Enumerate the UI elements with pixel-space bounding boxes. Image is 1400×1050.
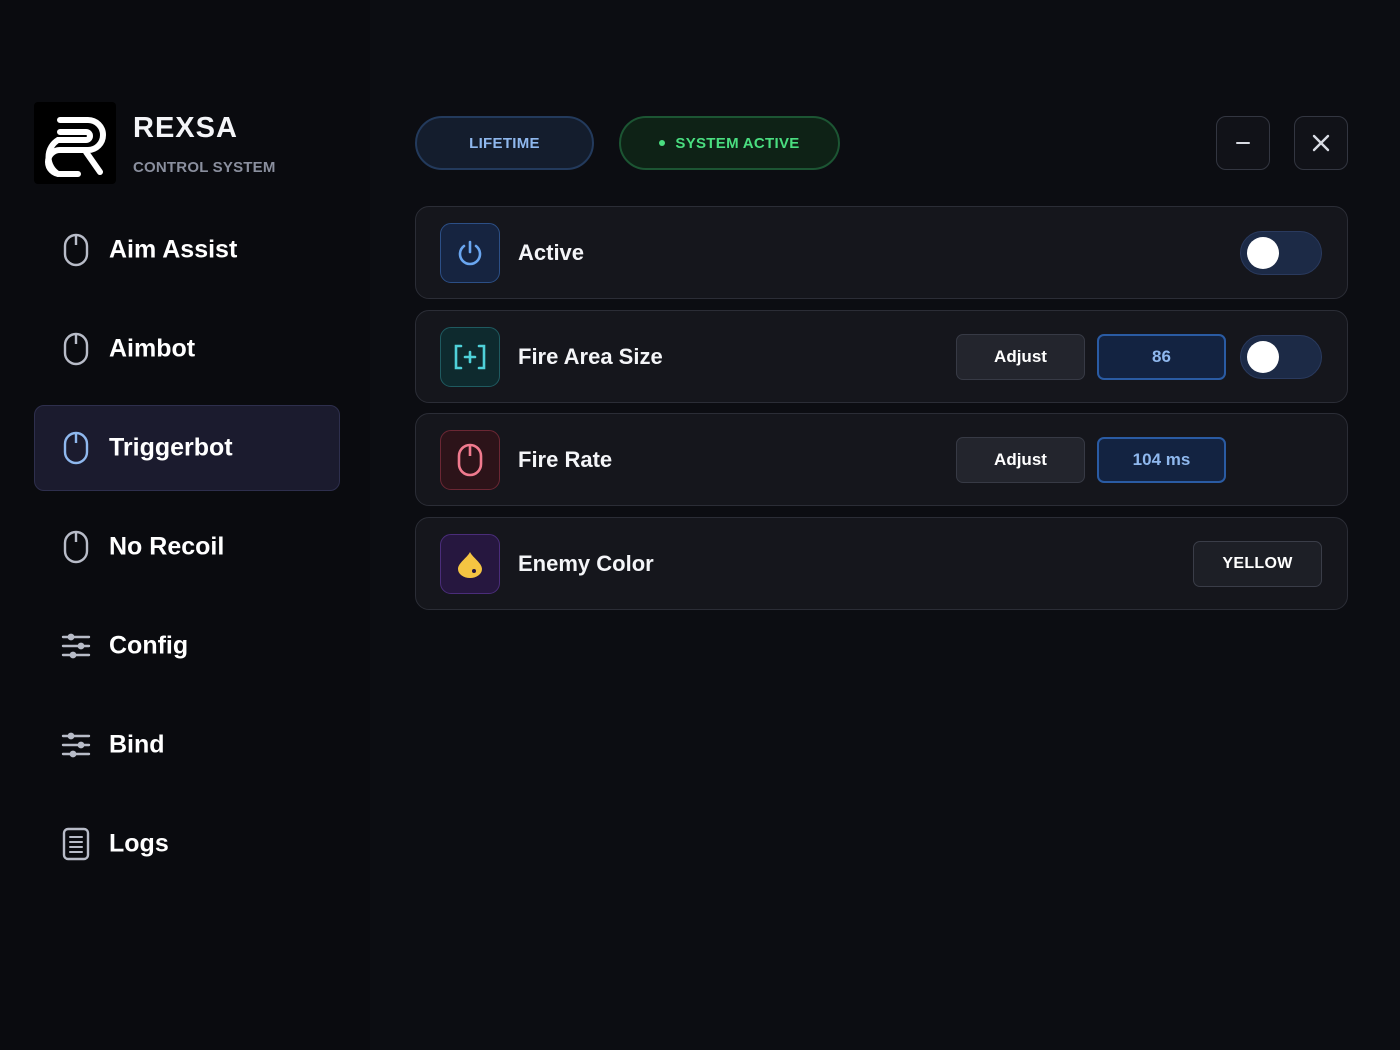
rexsa-logo-icon xyxy=(45,117,106,177)
sidebar-item-label: Logs xyxy=(109,829,169,858)
sidebar-item-logs[interactable]: Logs xyxy=(34,801,340,887)
logo xyxy=(34,102,116,184)
value-display[interactable]: 86 xyxy=(1097,334,1226,380)
document-icon xyxy=(61,826,91,862)
sidebar-item-label: Aimbot xyxy=(109,334,196,363)
brand-title: REXSA xyxy=(133,112,238,144)
toggle-knob xyxy=(1247,237,1279,269)
close-icon xyxy=(1312,134,1330,152)
setting-card-fire-rate: Fire Rate Adjust 104 ms xyxy=(415,413,1348,506)
color-drop-icon xyxy=(440,534,500,594)
fire-area-toggle[interactable] xyxy=(1240,335,1322,379)
sidebar-item-triggerbot[interactable]: Triggerbot xyxy=(34,405,340,491)
setting-card-active: Active xyxy=(415,206,1348,299)
setting-label: Active xyxy=(518,239,585,265)
setting-label: Fire Rate xyxy=(518,446,613,472)
close-button[interactable] xyxy=(1294,116,1348,170)
sidebar-item-aim-assist[interactable]: Aim Assist xyxy=(34,207,340,293)
setting-label: Fire Area Size xyxy=(518,343,663,369)
sidebar-item-aimbot[interactable]: Aimbot xyxy=(34,306,340,392)
sidebar-item-label: Triggerbot xyxy=(109,433,233,462)
status-dot-icon xyxy=(659,140,666,146)
minimize-icon xyxy=(1236,142,1250,144)
status-label: SYSTEM ACTIVE xyxy=(675,134,800,152)
crosshair-expand-icon xyxy=(440,327,500,387)
adjust-button[interactable]: Adjust xyxy=(956,437,1085,483)
sidebar: REXSA CONTROL SYSTEM Aim Assist Aimbot T… xyxy=(0,0,370,1050)
enemy-color-select[interactable]: YELLOW xyxy=(1193,541,1322,587)
active-toggle[interactable] xyxy=(1240,231,1322,275)
brand: REXSA CONTROL SYSTEM xyxy=(34,102,354,186)
mouse-icon xyxy=(440,430,500,490)
sidebar-item-config[interactable]: Config xyxy=(34,603,340,689)
sidebar-item-label: Config xyxy=(109,631,189,660)
sidebar-item-label: No Recoil xyxy=(109,532,225,561)
power-icon xyxy=(440,223,500,283)
setting-label: Enemy Color xyxy=(518,550,654,576)
mouse-icon xyxy=(61,529,91,565)
mouse-icon xyxy=(61,331,91,367)
setting-card-fire-area-size: Fire Area Size Adjust 86 xyxy=(415,310,1348,403)
sidebar-item-no-recoil[interactable]: No Recoil xyxy=(34,504,340,590)
minimize-button[interactable] xyxy=(1216,116,1270,170)
adjust-button[interactable]: Adjust xyxy=(956,334,1085,380)
status-badge: SYSTEM ACTIVE xyxy=(619,116,840,170)
sidebar-item-label: Aim Assist xyxy=(109,235,238,264)
sliders-icon xyxy=(61,628,91,664)
mouse-icon xyxy=(61,430,91,466)
toggle-knob xyxy=(1247,341,1279,373)
setting-card-enemy-color: Enemy Color YELLOW xyxy=(415,517,1348,610)
mouse-icon xyxy=(61,232,91,268)
value-display[interactable]: 104 ms xyxy=(1097,437,1226,483)
brand-subtitle: CONTROL SYSTEM xyxy=(133,159,276,176)
license-badge: LIFETIME xyxy=(415,116,594,170)
license-label: LIFETIME xyxy=(469,134,540,152)
sidebar-item-bind[interactable]: Bind xyxy=(34,702,340,788)
sliders-icon xyxy=(61,727,91,763)
sidebar-item-label: Bind xyxy=(109,730,165,759)
